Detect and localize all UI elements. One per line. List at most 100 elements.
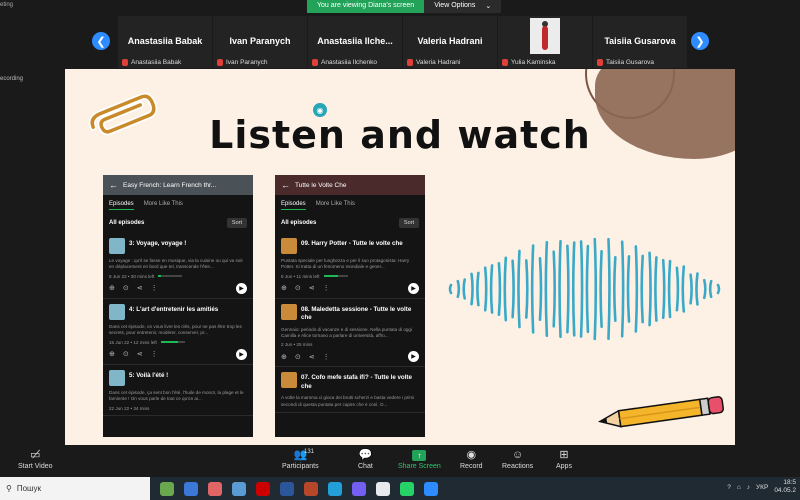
play-icon: ▶ [236, 348, 247, 360]
apps-icon: ⊞ [559, 449, 569, 461]
episode-title: 3: Voyage, voyage ! [129, 240, 187, 247]
pencil-icon [597, 396, 725, 428]
help-icon[interactable]: ? [727, 484, 731, 491]
wave-stroke [530, 244, 535, 334]
participants-button[interactable]: 👥 131 Participants [282, 449, 319, 470]
mic-muted-icon [407, 59, 413, 66]
pdf-icon[interactable] [256, 481, 270, 496]
viewing-banner: You are viewing Diana's screen View Opti… [307, 0, 502, 13]
chat-label: Chat [358, 463, 373, 470]
telegram-icon[interactable] [328, 481, 342, 496]
system-tray: ? ⌂ ♪ УКР 18:5 04.05.2 [727, 479, 796, 496]
record-label: Record [460, 463, 483, 470]
episode-description: Dans cet épisode, on vous livre les clés… [109, 323, 242, 336]
wave-stroke [640, 254, 644, 324]
mic-muted-icon [502, 59, 508, 66]
sort-button: Sort [398, 218, 419, 228]
meeting-toolbar: ▭̸ Start Video 👥 131 Participants 💬 Chat… [0, 447, 800, 477]
podcast-screen-italian: ← Tutte le Volte Che Episodes More Like … [275, 175, 425, 437]
reactions-button[interactable]: ☺ Reactions [502, 449, 533, 470]
episode-description: Dans cet épisode, ça sent bon l'été, l'h… [109, 389, 244, 402]
participant-tile[interactable]: Anastasiia Ilche... Anastasiia Ilchenko [308, 16, 402, 68]
episode-thumbnail [109, 303, 125, 320]
episode-meta: 2 Jun • 25 mins [281, 342, 313, 348]
participant-label: Anastasiia Ilchenko [321, 59, 378, 66]
wave-stroke [661, 258, 666, 320]
mic-muted-icon [217, 59, 223, 66]
add-icon: ⊕ [109, 285, 115, 293]
participant-label: Yulia Kaminska [511, 59, 556, 66]
wave-stroke [681, 265, 686, 313]
wave-stroke [448, 283, 453, 295]
wave-stroke [689, 273, 693, 305]
whatsapp-icon[interactable] [400, 481, 414, 496]
clock[interactable]: 18:5 04.05.2 [774, 479, 796, 496]
share-icon: ⋖ [308, 353, 315, 361]
participant-tile[interactable]: Anastasiia Babak Anastasiia Babak [118, 16, 212, 68]
word-icon[interactable] [280, 481, 294, 496]
taskbar-app-icon[interactable] [376, 481, 390, 496]
taskbar-app-icon[interactable] [232, 481, 246, 496]
share-screen-icon: ↑ [412, 450, 427, 461]
share-screen-button[interactable]: ↑ Share Screen [398, 449, 441, 470]
apps-button[interactable]: ⊞ Apps [556, 449, 572, 470]
wave-stroke [552, 250, 556, 328]
episode-progress [160, 341, 185, 344]
taskbar-app-icon[interactable] [160, 481, 174, 496]
download-icon: ⊙ [122, 285, 129, 293]
participant-label: Ivan Paranych [226, 59, 268, 66]
wave-stroke [654, 256, 658, 322]
wave-stroke [708, 279, 713, 299]
wave-stroke [483, 266, 488, 312]
prev-page-button[interactable]: ❮ [92, 32, 110, 50]
episode-description: A volte la mamma ci gioca dei brutti sch… [281, 395, 415, 407]
zoom-icon[interactable] [424, 481, 438, 496]
more-icon: ⋮ [322, 353, 330, 361]
shared-screen: Listen and watch ← Easy French: Learn Fr… [65, 69, 735, 445]
more-icon: ⋮ [150, 285, 158, 293]
chevron-down-icon: ⌄ [485, 3, 492, 10]
episode-item: 5: Voilà l'été ! Dans cet épisode, ça se… [103, 365, 253, 416]
volume-icon[interactable]: ♪ [747, 484, 750, 491]
episode-thumbnail [109, 369, 125, 386]
participant-tile[interactable]: Taisiia Gusarova Taisiia Gusarova [593, 16, 687, 68]
add-icon: ⊕ [109, 351, 115, 359]
episode-title: 4: L'art d'entretenir les amitiés [129, 305, 219, 313]
viewing-status: You are viewing Diana's screen [307, 0, 425, 13]
wave-stroke [544, 240, 549, 338]
episode-progress [158, 275, 183, 278]
start-video-button[interactable]: ▭̸ Start Video [18, 449, 53, 470]
add-icon: ⊕ [281, 285, 287, 293]
podcast-header: ← Easy French: Learn French thr... [103, 175, 253, 195]
wave-stroke [599, 249, 603, 329]
taskbar-app-icon[interactable] [184, 481, 198, 496]
participant-tile[interactable]: Valeria Hadrani Valeria Hadrani [403, 16, 497, 68]
clock-time: 18:5 [783, 479, 796, 486]
chat-button[interactable]: 💬 Chat [358, 449, 373, 470]
wave-stroke [675, 266, 680, 312]
chat-icon: 💬 [358, 449, 373, 461]
record-button[interactable]: ◉ Record [460, 449, 483, 470]
download-icon: ⊙ [294, 353, 301, 361]
participant-tile-video[interactable]: Yulia Kaminska [498, 16, 592, 68]
back-arrow-icon: ← [281, 180, 290, 190]
participant-name: Anastasiia Babak [127, 36, 203, 46]
wave-stroke [579, 240, 584, 338]
browser-icon[interactable] [208, 481, 222, 496]
language-indicator[interactable]: УКР [756, 484, 768, 491]
network-icon[interactable]: ⌂ [737, 484, 741, 491]
reactions-icon: ☺ [511, 449, 524, 461]
taskbar-search[interactable]: ⚲ Пошук [0, 477, 150, 500]
next-page-button[interactable]: ❯ [691, 32, 709, 50]
view-options-button[interactable]: View Options ⌄ [424, 0, 502, 13]
more-icon: ⋮ [150, 351, 158, 359]
search-placeholder: Пошук [16, 484, 41, 493]
powerpoint-icon[interactable] [304, 481, 318, 496]
participant-name: Valeria Hadrani [417, 36, 483, 46]
start-video-label: Start Video [18, 463, 53, 470]
episode-meta: 15 Jun 22 • 12 mins left [109, 339, 157, 345]
viber-icon[interactable] [352, 481, 366, 496]
participant-tile[interactable]: Ivan Paranych Ivan Paranych [213, 16, 307, 68]
wave-stroke [517, 249, 521, 329]
participant-strip: ❮ Anastasiia Babak Anastasiia Babak Ivan… [0, 16, 800, 68]
